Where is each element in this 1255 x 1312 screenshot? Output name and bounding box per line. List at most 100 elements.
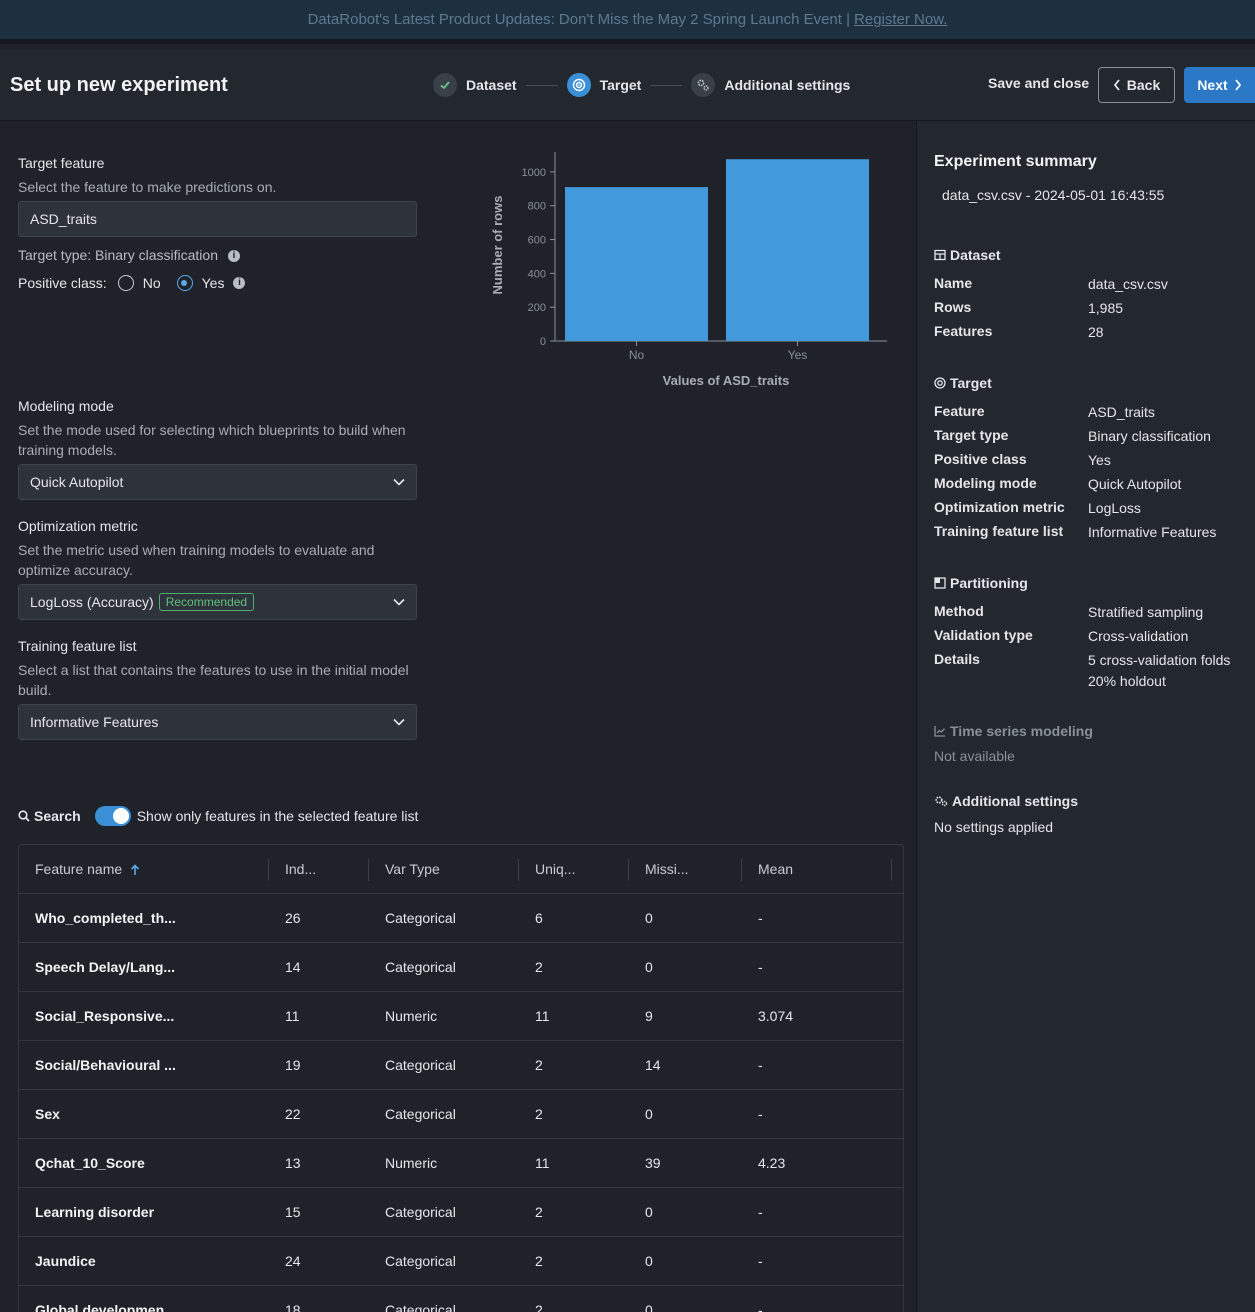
table-row[interactable]: Qchat_10_Score 13 Numeric 11 39 4.23	[19, 1139, 903, 1188]
experiment-summary-panel: Experiment summary data_csv.csv - 2024-0…	[916, 122, 1255, 1312]
feature-name-cell[interactable]: Qchat_10_Score	[35, 1155, 145, 1171]
back-button[interactable]: Back	[1098, 67, 1175, 103]
target-type-text: Target type: Binary classification	[18, 247, 218, 263]
table-cell: 14	[285, 959, 301, 975]
table-row[interactable]: Jaundice 24 Categorical 2 0 -	[19, 1237, 903, 1286]
gears-icon	[935, 796, 948, 807]
table-cell: 0	[645, 1253, 653, 1269]
search-icon[interactable]	[18, 810, 30, 822]
col-var-type[interactable]: Var Type	[385, 861, 440, 877]
feature-name-cell[interactable]: Jaundice	[35, 1253, 96, 1269]
table-row[interactable]: Sex 22 Categorical 2 0 -	[19, 1090, 903, 1139]
summary-value: 20% holdout	[1088, 673, 1166, 689]
save-and-close-button[interactable]: Save and close	[988, 75, 1089, 91]
feature-name-cell[interactable]: Global developmen	[35, 1302, 164, 1312]
table-row[interactable]: Global developmen 18 Categorical 2 0 -	[19, 1286, 903, 1312]
step-dataset[interactable]: Dataset	[433, 73, 517, 97]
summary-key: Modeling mode	[934, 475, 1037, 491]
info-icon[interactable]: i	[233, 277, 246, 289]
summary-key: Name	[934, 275, 973, 291]
column-separator[interactable]	[628, 859, 629, 881]
feature-name-cell[interactable]: Who_completed_th...	[35, 910, 176, 926]
feature-name-cell[interactable]: Learning disorder	[35, 1204, 154, 1220]
table-header: Feature name Ind... Var Type Uniq... Mis…	[19, 845, 903, 894]
target-feature-input[interactable]: ASD_traits	[18, 201, 417, 237]
modeling-mode-select[interactable]: Quick Autopilot	[18, 464, 417, 500]
y-tick-label: 0	[540, 336, 546, 348]
positive-class-label: Positive class:	[18, 275, 107, 291]
summary-value: 1,985	[1088, 300, 1124, 316]
y-tick-label: 200	[528, 302, 546, 314]
col-index[interactable]: Ind...	[285, 861, 316, 877]
table-cell: 0	[645, 1106, 653, 1122]
col-unique[interactable]: Uniq...	[535, 861, 575, 877]
feature-name-cell[interactable]: Sex	[35, 1106, 60, 1122]
partitioning-heading-text: Partitioning	[950, 575, 1028, 591]
announcement-banner: DataRobot's Latest Product Updates: Don'…	[0, 0, 1255, 44]
table-cell: 9	[645, 1008, 653, 1024]
optimization-metric-help: Set the metric used when training models…	[18, 542, 375, 578]
summary-value: Yes	[1088, 452, 1111, 468]
search-button[interactable]: Search	[34, 808, 81, 824]
register-link[interactable]: Register Now.	[854, 11, 947, 28]
x-axis-label: Values of ASD_traits	[663, 373, 790, 388]
x-tick-label: No	[629, 348, 645, 362]
chevron-right-icon	[1234, 79, 1241, 91]
table-cell: Categorical	[385, 1204, 456, 1220]
summary-value: data_csv.csv	[1088, 276, 1168, 292]
main-panel: Target feature Select the feature to mak…	[0, 122, 916, 1312]
table-cell: Categorical	[385, 1106, 456, 1122]
table-cell: 3.074	[758, 1008, 794, 1024]
modeling-mode-value: Quick Autopilot	[30, 474, 124, 490]
radio-yes[interactable]	[176, 275, 193, 291]
table-cell: 22	[285, 1106, 301, 1122]
table-row[interactable]: Learning disorder 15 Categorical 2 0 -	[19, 1188, 903, 1237]
summary-key: Validation type	[934, 627, 1033, 643]
feature-list-select[interactable]: Informative Features	[18, 704, 417, 740]
table-cell: 26	[285, 910, 301, 926]
bar-no[interactable]	[565, 187, 708, 341]
col-missing[interactable]: Missi...	[645, 861, 689, 877]
feature-name-cell[interactable]: Social_Responsive...	[35, 1008, 174, 1024]
info-icon[interactable]: i	[227, 250, 240, 263]
feature-list-toggle[interactable]	[94, 806, 131, 826]
table-row[interactable]: Social_Responsive... 11 Numeric 11 9 3.074	[19, 992, 903, 1041]
radio-no-label: No	[142, 275, 161, 291]
col-mean[interactable]: Mean	[758, 861, 793, 877]
table-cell: -	[758, 910, 763, 926]
column-separator[interactable]	[891, 859, 892, 881]
column-separator[interactable]	[518, 859, 519, 881]
table-row[interactable]: Speech Delay/Lang... 14 Categorical 2 0 -	[19, 943, 903, 992]
features-table: Feature name Ind... Var Type Uniq... Mis…	[18, 844, 904, 1312]
chevron-down-icon	[393, 598, 405, 606]
partition-icon	[934, 577, 946, 589]
col-feature-name[interactable]: Feature name	[35, 861, 140, 877]
summary-key: Method	[934, 603, 984, 619]
step-target[interactable]: Target	[566, 73, 642, 97]
recommended-badge: Recommended	[158, 593, 255, 611]
summary-key: Details	[934, 651, 980, 667]
dataset-section-heading: Dataset	[934, 247, 1001, 263]
table-icon	[934, 249, 946, 261]
additional-settings-section-heading: Additional settings	[934, 793, 1078, 809]
column-separator[interactable]	[368, 859, 369, 881]
table-row[interactable]: Social/Behavioural ... 19 Categorical 2 14 -	[19, 1041, 903, 1090]
table-cell: -	[758, 1057, 763, 1073]
column-separator[interactable]	[741, 859, 742, 881]
table-cell: -	[758, 1302, 763, 1312]
feature-name-cell[interactable]: Speech Delay/Lang...	[35, 959, 175, 975]
bar-yes[interactable]	[726, 159, 869, 341]
radio-no[interactable]	[117, 275, 134, 291]
feature-name-cell[interactable]: Social/Behavioural ...	[35, 1057, 176, 1073]
next-button[interactable]: Next	[1184, 67, 1255, 103]
optimization-metric-select[interactable]: LogLoss (Accuracy) Recommended	[18, 584, 417, 620]
column-separator[interactable]	[268, 859, 269, 881]
table-row[interactable]: Who_completed_th... 26 Categorical 6 0 -	[19, 894, 903, 943]
step-additional-settings[interactable]: Additional settings	[691, 73, 850, 97]
additional-settings-heading-text: Additional settings	[952, 793, 1078, 809]
step-target-label: Target	[599, 77, 642, 93]
table-cell: 11	[535, 1008, 550, 1024]
positive-class-row: Positive class: No Yes i	[18, 273, 418, 293]
line-chart-icon	[934, 726, 945, 737]
y-tick-label: 800	[528, 201, 546, 213]
